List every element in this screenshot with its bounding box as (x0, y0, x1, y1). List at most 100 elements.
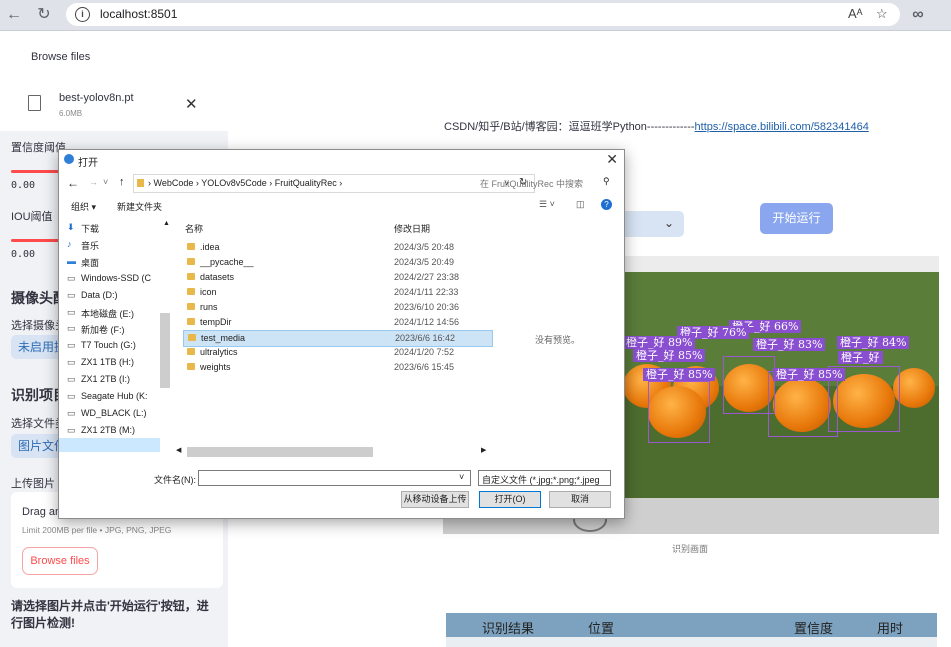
conf-threshold-slider[interactable] (11, 170, 59, 173)
preview-pane-icon[interactable]: ◫ (576, 199, 585, 210)
cancel-button[interactable]: 取消 (549, 491, 611, 508)
scroll-up-icon[interactable]: ▲ (163, 220, 170, 227)
file-name: __pycache__ (200, 257, 254, 267)
info-icon[interactable]: i (75, 7, 90, 22)
url-text: localhost:8501 (100, 7, 178, 21)
dialog-title: 打开 (78, 158, 98, 169)
file-type-filter[interactable]: 自定义文件 (*.jpg;*.png;*.jpeg (478, 470, 611, 486)
table-header: 识别结果 (482, 621, 535, 636)
close-icon[interactable]: ✕ (606, 151, 618, 168)
tree-item[interactable]: 本地磁盘 (E:) (81, 307, 134, 320)
back-arrow-icon[interactable]: ← (67, 176, 79, 190)
credit-text: CSDN/知乎/B站/博客园：逗逗班学Python------------- (444, 121, 695, 133)
folder-icon (187, 273, 195, 280)
file-date: 2024/3/5 20:48 (394, 242, 455, 252)
drive-icon: ▭ (67, 289, 76, 300)
drive-icon: ▭ (67, 340, 76, 351)
tree-item[interactable]: 音乐 (81, 239, 99, 252)
address-bar[interactable]: i localhost:8501 Aᴬ ☆ (66, 3, 900, 26)
results-table: 识别结果 位置 置信度 用时 (446, 613, 937, 647)
filename-input[interactable]: ˅ (198, 470, 471, 486)
detection-label: 橙子_好 83% (753, 338, 826, 351)
file-row[interactable]: runs 2023/6/10 20:36 (183, 300, 491, 315)
folder-icon (187, 288, 195, 295)
file-row[interactable]: icon 2024/1/11 22:33 (183, 285, 491, 300)
tree-item[interactable]: T7 Touch (G:) (81, 340, 136, 350)
tree-item[interactable]: Seagate Hub (K: (81, 391, 148, 401)
reader-mode-icon[interactable]: Aᴬ (848, 6, 863, 21)
file-date: 2023/6/10 20:36 (394, 302, 460, 312)
tree-item[interactable]: Windows-SSD (C (81, 273, 151, 283)
credit-link[interactable]: https://space.bilibili.com/582341464 (695, 121, 869, 133)
iou-threshold-slider[interactable] (11, 239, 59, 242)
dialog-search-input[interactable]: 在 FruitQualityRec 中搜索 ⚲ (475, 174, 615, 191)
file-date: 2024/1/20 7:52 (394, 347, 455, 357)
drive-icon: ▭ (67, 323, 76, 334)
run-button[interactable]: 开始运行 (760, 203, 833, 234)
scroll-right-icon[interactable]: ▶ (481, 446, 486, 454)
file-date: 2024/3/5 20:49 (394, 257, 455, 267)
browse-files-link[interactable]: Browse files (31, 51, 90, 63)
scroll-left-icon[interactable]: ◀ (176, 446, 181, 454)
file-name: .idea (200, 242, 220, 252)
file-row[interactable]: ultralytics 2024/1/20 7:52 (183, 345, 491, 360)
chevron-down-icon[interactable]: ˅ (459, 472, 464, 482)
file-date: 2023/6/6 15:45 (394, 362, 455, 372)
download-icon: ⬇ (67, 222, 75, 232)
file-row[interactable]: tempDir 2024/1/12 14:56 (183, 315, 491, 330)
folder-icon (187, 318, 195, 325)
tree-item[interactable]: 新加卷 (F:) (81, 323, 125, 336)
tree-item[interactable]: Data (D:) (81, 290, 118, 300)
file-row[interactable]: weights 2023/6/6 15:45 (183, 360, 491, 375)
drive-icon: ▭ (67, 357, 76, 368)
tree-item[interactable]: ZX1 2TB (M:) (81, 425, 135, 435)
main-select[interactable]: ⌄ (622, 211, 684, 237)
drive-icon: ▭ (67, 424, 76, 435)
file-name: weights (200, 362, 231, 372)
table-row (446, 637, 937, 647)
tree-item[interactable]: ZX1 2TB (I:) (81, 374, 130, 384)
upload-image-label: 上传图片 (11, 478, 55, 490)
help-icon[interactable]: ? (601, 199, 612, 210)
sidebar-hint: 请选择图片并点击'开始运行'按钮，进行图片检测! (11, 599, 209, 630)
detection-label: 橙子_好 84% (837, 336, 910, 349)
file-list-scrollbar[interactable] (187, 447, 373, 457)
detection-label: 橙子_好 89% (623, 336, 696, 349)
file-name: datasets (200, 272, 235, 282)
drive-icon: ▭ (67, 391, 76, 401)
tree-scrollbar[interactable] (160, 313, 170, 388)
table-header: 用时 (877, 621, 904, 636)
file-name: test_media (201, 333, 246, 343)
file-date: 2024/1/11 22:33 (394, 287, 459, 297)
search-placeholder: 在 FruitQualityRec 中搜索 (480, 179, 584, 189)
refresh-icon[interactable]: ↻ (34, 5, 54, 25)
tree-item[interactable]: 下载 (81, 222, 99, 235)
new-folder-button[interactable]: 新建文件夹 (117, 200, 162, 213)
forward-arrow-icon[interactable]: → (89, 177, 98, 187)
tree-item[interactable]: WD_BLACK (L:) (81, 408, 147, 418)
detection-label: 橙子_好 (838, 351, 883, 364)
chevron-down-icon: ⌄ (664, 216, 675, 230)
table-header: 置信度 (794, 621, 834, 636)
drive-icon: ▭ (67, 374, 76, 385)
detection-label: 橙子_好 85% (633, 349, 706, 362)
upload-from-device-button[interactable]: 从移动设备上传 (401, 491, 469, 508)
table-header: 位置 (588, 621, 615, 636)
tree-item[interactable]: ZX1 1TB (H:) (81, 357, 134, 367)
sidebar-uploader-card (0, 31, 228, 131)
music-icon: ♪ (67, 238, 72, 249)
view-options-icon[interactable]: ☰ ˅ (539, 199, 555, 210)
remove-file-icon[interactable]: ✕ (185, 95, 198, 113)
organize-button[interactable]: 组织 ▾ (71, 200, 96, 213)
tree-item[interactable]: 桌面 (81, 256, 99, 269)
browse-files-button[interactable]: Browse files (22, 547, 98, 575)
file-row[interactable]: datasets 2024/2/27 23:38 (183, 270, 491, 285)
open-button[interactable]: 打开(O) (479, 491, 541, 508)
back-icon[interactable]: ← (4, 5, 24, 25)
file-row[interactable]: __pycache__ 2024/3/5 20:49 (183, 255, 491, 270)
star-icon[interactable]: ☆ (876, 6, 888, 22)
file-row[interactable]: .idea 2024/3/5 20:48 (183, 240, 491, 255)
up-arrow-icon[interactable]: ↑ (119, 176, 125, 188)
infinity-icon[interactable]: ∞ (908, 5, 928, 25)
chevron-down-icon[interactable]: ˅ (103, 177, 108, 187)
